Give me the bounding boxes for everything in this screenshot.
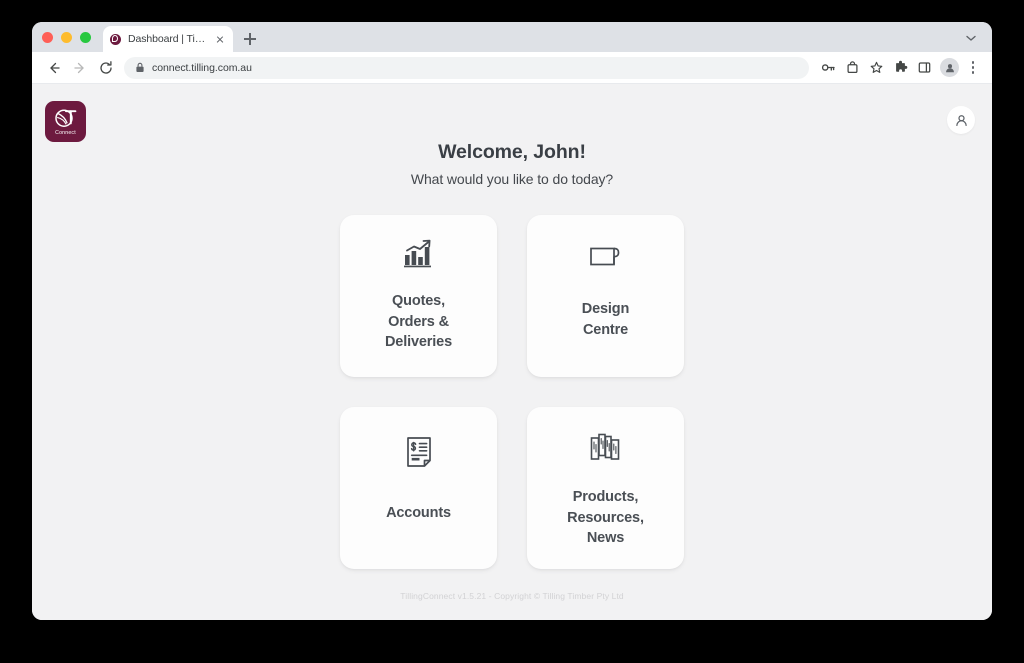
user-account-icon[interactable]: [947, 106, 975, 134]
browser-tab[interactable]: Dashboard | TillingConnect: [103, 26, 233, 52]
address-bar[interactable]: connect.tilling.com.au: [124, 56, 809, 79]
card-label: Design Centre: [581, 301, 630, 338]
tab-title: Dashboard | TillingConnect: [128, 33, 206, 45]
card-products-resources-news[interactable]: Products, Resources, News: [527, 407, 684, 569]
page-title: Welcome, John!: [438, 141, 586, 163]
bookmark-star-icon[interactable]: [865, 57, 887, 79]
logo-wordmark: Connect: [55, 130, 76, 136]
footer-copyright: TillingConnect v1.5.21 - Copyright © Til…: [400, 591, 624, 601]
browser-window: Dashboard | TillingConnect: [32, 22, 992, 620]
card-quotes-orders-deliveries[interactable]: Quotes, Orders & Deliveries: [340, 215, 497, 377]
window-traffic-lights: [42, 22, 103, 52]
page-content: Connect Welcome, John! What would you li…: [32, 84, 992, 620]
page-subtitle: What would you like to do today?: [410, 171, 614, 187]
plus-icon[interactable]: [239, 28, 261, 50]
reload-icon[interactable]: [94, 56, 118, 80]
url-text: connect.tilling.com.au: [152, 61, 252, 74]
shopping-bag-icon[interactable]: [841, 57, 863, 79]
maximize-window-button[interactable]: [80, 31, 91, 43]
side-panel-icon[interactable]: [913, 57, 935, 79]
close-icon[interactable]: [213, 33, 226, 46]
invoice-dollar-icon: [405, 407, 433, 497]
card-design-centre[interactable]: Design Centre: [527, 215, 684, 377]
tilling-connect-logo[interactable]: Connect: [45, 101, 86, 142]
card-label: Quotes, Orders & Deliveries: [384, 293, 453, 351]
tilling-connect-favicon: [110, 33, 121, 45]
minimize-window-button[interactable]: [61, 31, 72, 43]
card-accounts[interactable]: Accounts: [340, 407, 497, 569]
three-dot-menu-icon[interactable]: [964, 57, 982, 79]
dashboard-card-grid: Quotes, Orders & Deliveries Design Centr…: [340, 215, 684, 569]
card-label: Products, Resources, News: [567, 489, 644, 547]
password-key-icon[interactable]: [817, 57, 839, 79]
extensions-puzzle-icon[interactable]: [889, 57, 911, 79]
blueprint-roll-icon: [589, 215, 623, 297]
bar-chart-trend-icon: [403, 215, 435, 291]
close-window-button[interactable]: [42, 31, 53, 43]
tilling-logo-mark: [53, 108, 79, 130]
profile-avatar-icon[interactable]: [940, 58, 959, 77]
browser-toolbar: connect.tilling.com.au: [32, 52, 992, 84]
arrow-right-icon[interactable]: [68, 56, 92, 80]
lock-icon: [136, 62, 144, 72]
timber-planks-icon: [589, 407, 623, 487]
card-label: Accounts: [386, 505, 451, 521]
chevron-down-icon[interactable]: [962, 29, 980, 47]
tab-strip: Dashboard | TillingConnect: [32, 22, 992, 52]
arrow-left-icon[interactable]: [42, 56, 66, 80]
welcome-section: Welcome, John! What would you like to do…: [32, 84, 992, 187]
